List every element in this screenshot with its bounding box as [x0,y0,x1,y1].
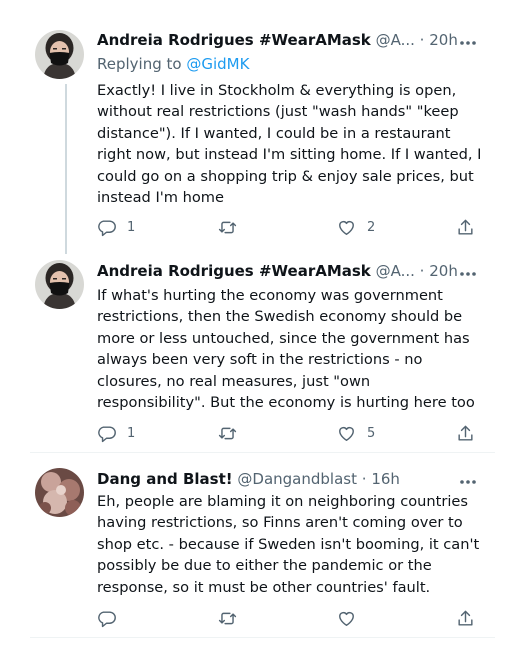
share-button[interactable] [456,422,475,444]
share-button[interactable] [456,216,475,238]
retweet-icon [218,221,237,233]
replying-to: Replying to @GidMK [97,54,249,74]
reply-icon [98,610,116,627]
more-icon[interactable] [459,472,477,484]
retweet-icon [218,612,237,624]
avatar[interactable] [35,468,84,517]
heart-icon [339,611,354,626]
user-handle[interactable]: @A... [376,262,415,280]
like-count: 2 [367,219,376,235]
display-name[interactable]: Dang and Blast! [97,470,233,488]
mention-link[interactable]: @GidMK [186,55,249,73]
tweet-actions: 1 5 [97,422,487,444]
retweet-button[interactable] [218,422,248,444]
reply-button[interactable]: 1 [97,422,135,444]
retweet-icon [218,427,237,439]
user-handle[interactable]: @A... [376,31,415,49]
share-icon [458,610,473,626]
reply-count: 1 [127,219,136,235]
tweet-text: If what's hurting the economy was govern… [97,287,475,412]
avatar[interactable] [35,30,84,79]
tweet-header: Dang and Blast! @Dangandblast · 16h [97,468,497,490]
like-button[interactable]: 5 [337,422,375,444]
separator: · [361,470,367,488]
like-button[interactable] [337,607,367,629]
user-handle[interactable]: @Dangandblast [237,470,357,488]
retweet-button[interactable] [218,607,248,629]
retweet-button[interactable] [218,216,248,238]
timestamp[interactable]: 20h [429,31,458,49]
reply-icon [98,425,116,442]
reply-button[interactable]: 1 [97,216,135,238]
tweet-actions [97,607,487,629]
timestamp[interactable]: 20h [429,262,458,280]
like-button[interactable]: 2 [337,216,375,238]
display-name[interactable]: Andreia Rodrigues #WearAMask [97,31,371,49]
heart-icon [339,220,354,235]
tweet-text: Eh, people are blaming it on neighboring… [97,493,480,596]
share-button[interactable] [456,607,475,629]
tweet[interactable]: Andreia Rodrigues #WearAMask @A... · 20h… [0,250,508,460]
display-name[interactable]: Andreia Rodrigues #WearAMask [97,262,371,280]
tweet-header: Andreia Rodrigues #WearAMask @A... · 20h [97,260,497,282]
separator: · [419,31,425,49]
share-icon [458,219,473,235]
reply-count: 1 [127,425,136,441]
divider [30,452,495,453]
tweet-text: Exactly! I live in Stockholm & everythin… [97,82,482,207]
replying-to-label: Replying to [97,55,187,73]
timestamp[interactable]: 16h [371,470,400,488]
tweet[interactable]: Andreia Rodrigues #WearAMask @A... · 20h… [0,0,508,250]
separator: · [419,262,425,280]
tweet[interactable]: Dang and Blast! @Dangandblast · 16h Eh, … [0,460,508,650]
more-icon[interactable] [459,264,477,276]
tweet-actions: 1 2 [97,216,487,238]
share-icon [458,425,473,441]
reply-button[interactable] [97,607,127,629]
tweet-header: Andreia Rodrigues #WearAMask @A... · 20h [97,29,497,51]
more-icon[interactable] [459,33,477,45]
heart-icon [339,426,354,441]
divider [30,637,495,638]
reply-icon [98,219,116,236]
avatar[interactable] [35,260,84,309]
like-count: 5 [367,425,376,441]
